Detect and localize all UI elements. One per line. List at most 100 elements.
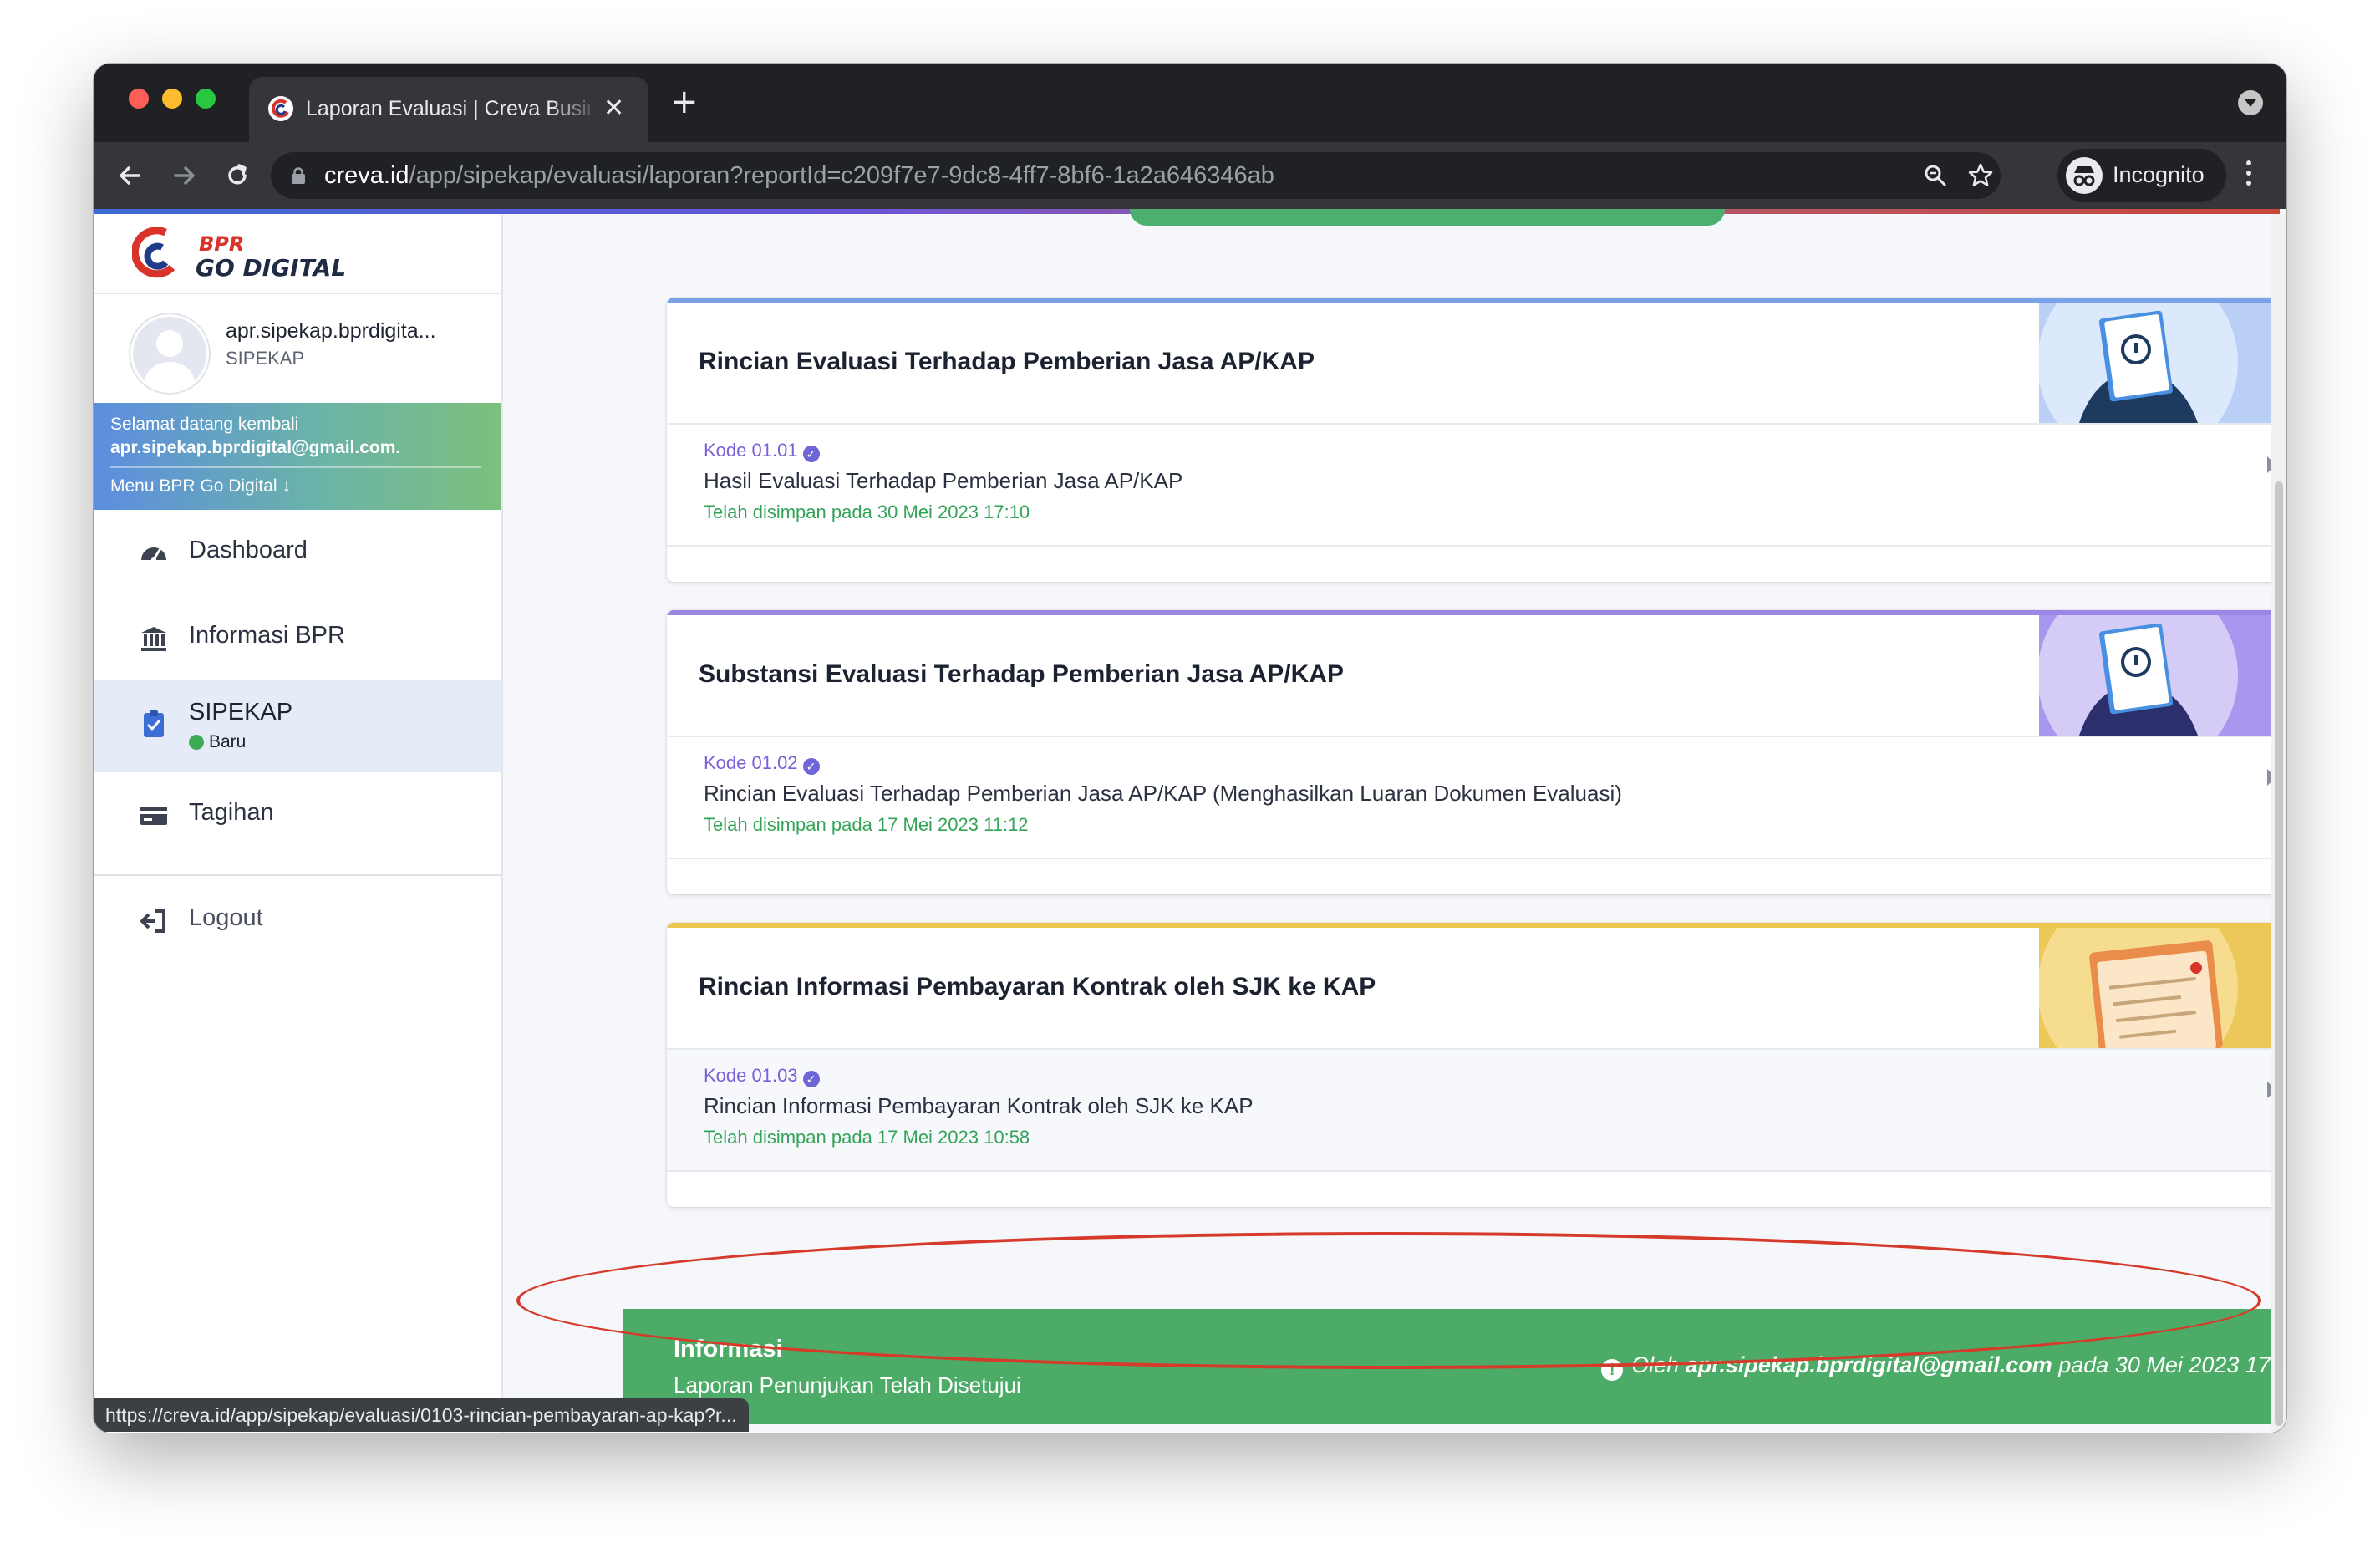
card-title: Rincian Evaluasi Terhadap Pemberian Jasa…: [699, 348, 1315, 375]
divider: [94, 293, 501, 294]
card-title: Rincian Informasi Pembayaran Kontrak ole…: [699, 973, 1376, 1000]
tab-strip: Laporan Evaluasi | Creva Business ✕ +: [94, 64, 2286, 142]
incognito-label: Incognito: [2113, 162, 2205, 187]
section-card: Rincian Informasi Pembayaran Kontrak ole…: [667, 923, 2286, 1207]
item-title: Rincian Evaluasi Terhadap Pemberian Jasa…: [704, 781, 1622, 806]
user-email: apr.sipekap.bprdigita...: [226, 319, 436, 343]
info-exclamation-icon: !: [1601, 1359, 1624, 1381]
browser-toolbar: creva.id/app/sipekap/evaluasi/laporan?re…: [94, 142, 2286, 209]
new-tab-button[interactable]: +: [670, 85, 699, 119]
url-path: /app/sipekap/evaluasi/laporan?reportId=c…: [409, 162, 1274, 189]
welcome-panel: Selamat datang kembali apr.sipekap.bprdi…: [94, 403, 501, 510]
status-dot-icon: [189, 735, 204, 750]
lock-icon: [292, 167, 305, 184]
info-by-user: apr.sipekap.bprdigital@gmail.com: [1685, 1352, 2052, 1377]
info-attribution: ! Oleh apr.sipekap.bprdigital@gmail.com p…: [1601, 1352, 2286, 1381]
card-header: Rincian Informasi Pembayaran Kontrak ole…: [667, 928, 2286, 1050]
bpr-go-digital-logo[interactable]: BPR GO DIGITAL: [132, 226, 349, 281]
item-code: Kode 01.02 ✓: [704, 752, 820, 775]
menu-heading-label: Menu BPR Go Digital: [110, 476, 277, 496]
card-title: Substansi Evaluasi Terhadap Pemberian Ja…: [699, 660, 1344, 688]
list-item[interactable]: Kode 01.03 ✓ Rincian Informasi Pembayaran…: [667, 1050, 2286, 1172]
list-item[interactable]: Kode 01.02 ✓ Rincian Evaluasi Terhadap Pe…: [667, 737, 2286, 859]
maximize-window-button[interactable]: [196, 89, 216, 109]
credit-card-icon: [140, 807, 167, 825]
info-title: Informasi: [674, 1336, 783, 1362]
close-window-button[interactable]: [129, 89, 149, 109]
tab-close-icon[interactable]: ✕: [603, 94, 624, 124]
sidebar-item-sipekap[interactable]: SIPEKAP Baru: [94, 680, 501, 772]
divider: [94, 874, 501, 876]
incognito-indicator[interactable]: Incognito: [2057, 149, 2226, 202]
section-card: Rincian Evaluasi Terhadap Pemberian Jasa…: [667, 298, 2286, 582]
item-code: Kode 01.01 ✓: [704, 440, 820, 462]
clipboard-check-icon: [144, 710, 164, 737]
item-code-label: Kode 01.03: [704, 1065, 798, 1086]
page-content: BPR GO DIGITAL apr.sipekap.bprdigita... …: [94, 209, 2286, 1433]
submit-button[interactable]: [1130, 209, 1725, 226]
bookmark-star-icon[interactable]: [1967, 162, 1994, 189]
bank-icon: [141, 627, 166, 651]
url-text: creva.id/app/sipekap/evaluasi/laporan?re…: [324, 162, 1274, 190]
tab-search-icon[interactable]: [2238, 90, 2263, 115]
url-host: creva.id: [324, 162, 409, 189]
verified-check-icon: ✓: [802, 446, 820, 462]
back-arrow-icon[interactable]: [114, 159, 147, 192]
main-content: Rincian Evaluasi Terhadap Pemberian Jasa…: [503, 209, 2286, 1433]
info-by-suffix: pada 30 Mei 2023 17:11.: [2058, 1352, 2286, 1377]
verified-check-icon: ✓: [802, 758, 820, 775]
approval-info-banner: Informasi Laporan Penunjukan Telah Diset…: [623, 1309, 2286, 1424]
reload-icon[interactable]: [221, 159, 254, 192]
creva-favicon-icon: [268, 96, 293, 121]
user-role: SIPEKAP: [226, 348, 305, 369]
sidebar-item-label: SIPEKAP: [189, 699, 293, 726]
section-card: Substansi Evaluasi Terhadap Pemberian Ja…: [667, 610, 2286, 894]
sidebar-item-informasi-bpr[interactable]: Informasi BPR: [94, 595, 501, 682]
arrow-down-icon: ↓: [282, 476, 291, 496]
saved-timestamp: Telah disimpan pada 17 Mei 2023 11:12: [704, 814, 1029, 835]
payment-document-illustration: [2039, 928, 2286, 1048]
welcome-email: apr.sipekap.bprdigital@gmail.com.: [110, 438, 401, 457]
sidebar-item-tagihan[interactable]: Tagihan: [94, 772, 501, 859]
sidebar-item-label: Dashboard: [189, 537, 308, 563]
verified-check-icon: ✓: [802, 1071, 820, 1087]
menu-heading[interactable]: Menu BPR Go Digital ↓: [110, 476, 291, 496]
avatar[interactable]: [130, 314, 209, 393]
welcome-greeting: Selamat datang kembali: [110, 415, 299, 434]
minimize-window-button[interactable]: [162, 89, 182, 109]
item-title: Hasil Evaluasi Terhadap Pemberian Jasa A…: [704, 468, 1183, 493]
sidebar: BPR GO DIGITAL apr.sipekap.bprdigita... …: [94, 214, 503, 1433]
dashboard-gauge-icon: [141, 547, 166, 562]
saved-timestamp: Telah disimpan pada 30 Mei 2023 17:10: [704, 502, 1030, 522]
sidebar-item-label: Informasi BPR: [189, 622, 345, 649]
list-item[interactable]: Kode 01.01 ✓ Hasil Evaluasi Terhadap Pemb…: [667, 425, 2286, 547]
address-bar[interactable]: creva.id/app/sipekap/evaluasi/laporan?re…: [271, 152, 2001, 199]
divider: [110, 466, 481, 468]
incognito-icon: [2066, 157, 2103, 194]
forward-arrow-icon[interactable]: [167, 159, 201, 192]
item-title: Rincian Informasi Pembayaran Kontrak ole…: [704, 1093, 1254, 1118]
browser-menu-icon[interactable]: [2246, 160, 2253, 191]
item-code-label: Kode 01.02: [704, 752, 798, 773]
sign-out-icon: [140, 909, 165, 933]
tab-title: Laporan Evaluasi | Creva Business: [306, 97, 590, 120]
card-header: Rincian Evaluasi Terhadap Pemberian Jasa…: [667, 303, 2286, 425]
link-status-bar: https://creva.id/app/sipekap/evaluasi/01…: [94, 1398, 749, 1432]
saved-timestamp: Telah disimpan pada 17 Mei 2023 10:58: [704, 1127, 1030, 1148]
informasi-book-illustration: [2039, 303, 2286, 423]
item-code: Kode 01.03 ✓: [704, 1065, 820, 1087]
card-header: Substansi Evaluasi Terhadap Pemberian Ja…: [667, 615, 2286, 737]
scrollbar-thumb[interactable]: [2275, 481, 2283, 1426]
zoom-icon[interactable]: [1922, 162, 1949, 189]
info-subtitle: Laporan Penunjukan Telah Disetujui: [674, 1372, 1021, 1398]
sidebar-item-dashboard[interactable]: Dashboard: [94, 510, 501, 597]
logout-button[interactable]: Logout: [94, 878, 501, 965]
browser-tab[interactable]: Laporan Evaluasi | Creva Business ✕: [249, 77, 648, 142]
sidebar-item-label: Tagihan: [189, 799, 274, 826]
page-scrollbar[interactable]: [2271, 214, 2286, 1433]
informasi-book-illustration: [2039, 615, 2286, 736]
browser-window: Laporan Evaluasi | Creva Business ✕ + cr…: [94, 64, 2286, 1433]
item-code-label: Kode 01.01: [704, 440, 798, 461]
tab-title-fade: [550, 92, 600, 125]
sidebar-item-label: Logout: [189, 904, 263, 931]
